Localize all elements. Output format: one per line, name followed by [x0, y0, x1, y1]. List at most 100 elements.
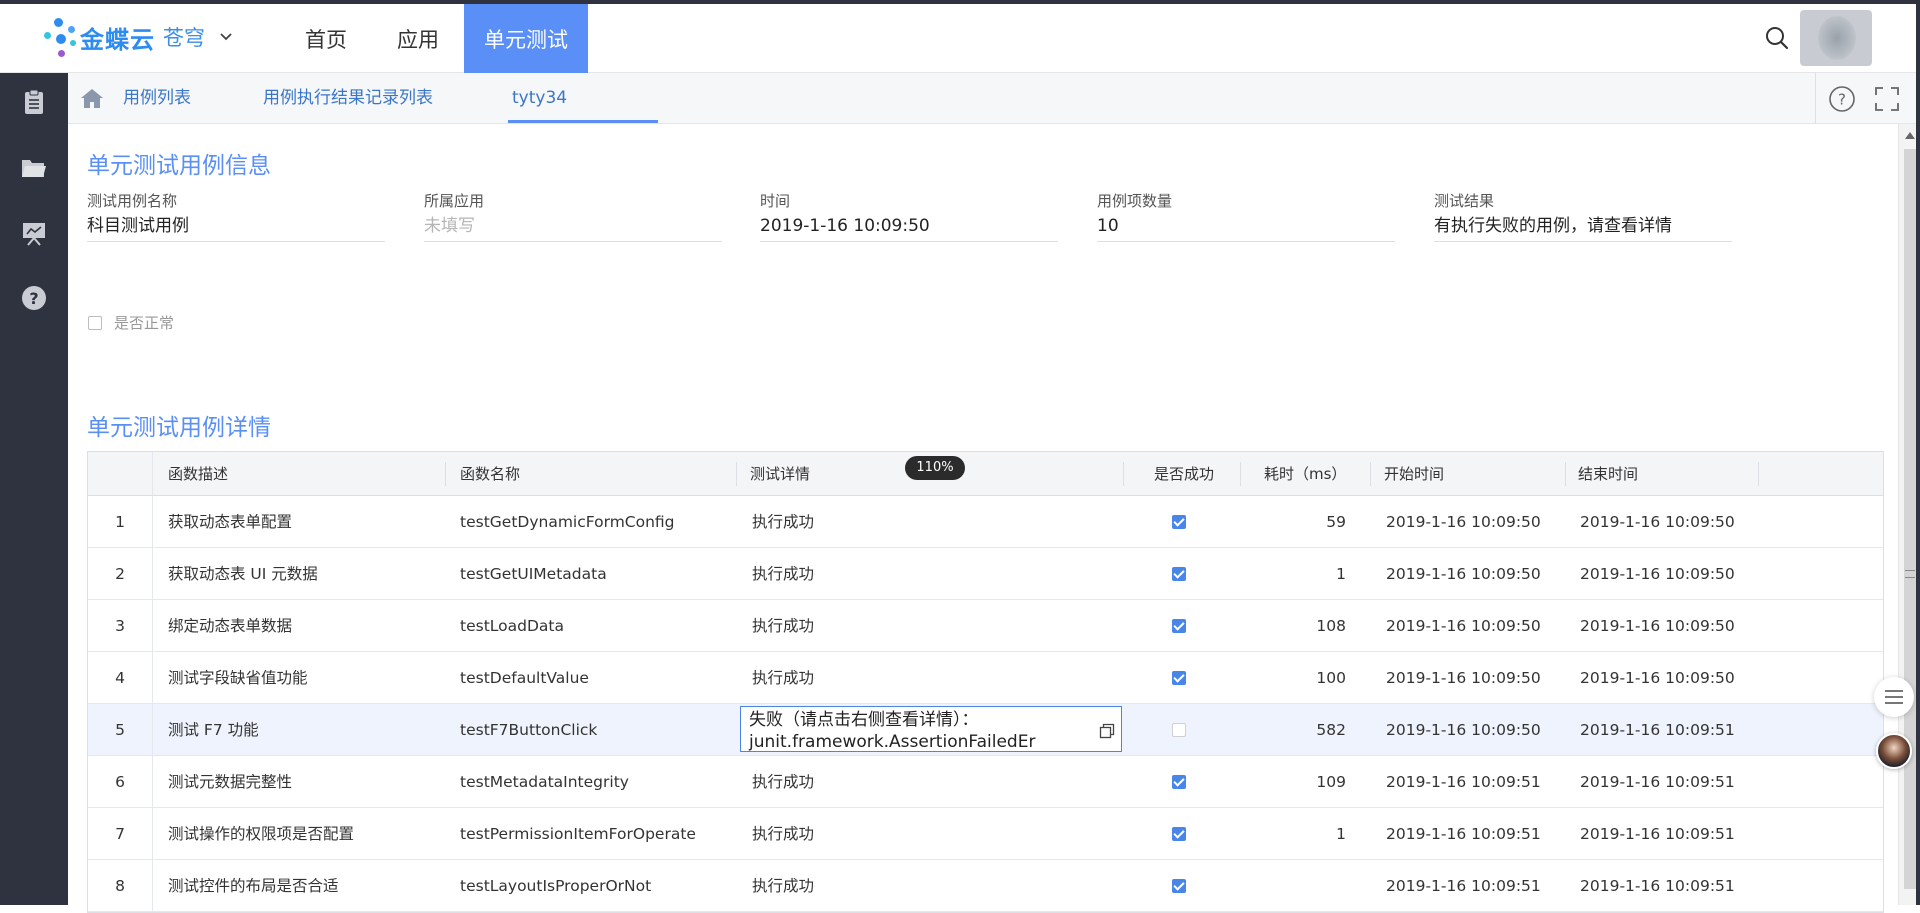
field-value[interactable]: 2019-1-16 10:09:50	[760, 210, 1058, 242]
cell-end: 2019-1-16 10:09:51	[1580, 825, 1735, 843]
success-checkbox[interactable]	[1172, 515, 1186, 529]
help-icon[interactable]: ?	[1828, 85, 1856, 113]
table-body: 1 获取动态表单配置 testGetDynamicFormConfig 执行成功 59 2…	[88, 496, 1883, 912]
scrollbar-thumb[interactable]	[1904, 149, 1916, 889]
col-detail[interactable]: 测试详情	[750, 452, 810, 496]
field-value[interactable]: 科目测试用例	[87, 210, 385, 242]
cell-func: testGetDynamicFormConfig	[460, 513, 675, 531]
tab-tyty34[interactable]: tyty34	[512, 73, 567, 124]
cell-func: testF7ButtonClick	[460, 721, 598, 739]
success-checkbox[interactable]	[1172, 723, 1186, 737]
svg-text:?: ?	[29, 289, 38, 308]
cell-desc: 获取动态表 UI 元数据	[168, 565, 318, 583]
cell-func: testMetadataIntegrity	[460, 773, 629, 791]
test-detail-table: 函数描述 函数名称 测试详情 是否成功 耗时（ms） 开始时间 结束时间 1 获取…	[87, 451, 1884, 913]
table-header: 函数描述 函数名称 测试详情 是否成功 耗时（ms） 开始时间 结束时间	[88, 452, 1883, 496]
folder-open-icon[interactable]	[20, 153, 48, 181]
cell-detail-failed[interactable]: 失败（请点击右侧查看详情）：junit.framework.AssertionF…	[740, 706, 1122, 752]
brand-name: 金蝶云	[80, 25, 155, 54]
main-nav: 首页 应用 单元测试	[280, 4, 588, 73]
field-time[interactable]: 时间 2019-1-16 10:09:50	[760, 190, 1058, 242]
field-label: 用例项数量	[1097, 192, 1173, 210]
col-ms[interactable]: 耗时（ms）	[1264, 452, 1346, 496]
cell-ms: 109	[1316, 773, 1346, 791]
table-row[interactable]: 3 绑定动态表单数据 testLoadData 执行成功 108 2019-1-16 10…	[88, 600, 1883, 652]
presentation-icon[interactable]	[20, 219, 48, 247]
col-func[interactable]: 函数名称	[460, 452, 520, 496]
field-case-count[interactable]: 用例项数量 10	[1097, 190, 1395, 242]
row-index: 3	[115, 617, 125, 635]
cell-ms: 1	[1336, 825, 1346, 843]
field-value[interactable]: 未填写	[424, 210, 722, 242]
success-checkbox[interactable]	[1172, 775, 1186, 789]
success-checkbox[interactable]	[1172, 879, 1186, 893]
cell-detail: 执行成功	[752, 513, 815, 531]
search-icon[interactable]	[1764, 25, 1790, 51]
cell-func: testLayoutIsProperOrNot	[460, 877, 652, 895]
chevron-down-icon[interactable]	[219, 30, 233, 44]
detail-section-title: 单元测试用例详情	[87, 415, 271, 441]
nav-unit-test[interactable]: 单元测试	[464, 4, 588, 73]
cell-start: 2019-1-16 10:09:51	[1386, 825, 1541, 843]
field-value[interactable]: 有执行失败的用例，请查看详情	[1434, 210, 1732, 242]
help-circle-icon[interactable]: ?	[20, 284, 48, 312]
table-row[interactable]: 4 测试字段缺省值功能 testDefaultValue 执行成功 100 2019-1-…	[88, 652, 1883, 704]
top-bar: 金蝶云 苍穹 首页 应用 单元测试	[0, 0, 1920, 73]
copy-icon[interactable]	[1099, 723, 1115, 739]
cell-ms: 582	[1316, 721, 1346, 739]
field-label: 测试结果	[1434, 192, 1495, 210]
table-row[interactable]: 5 测试 F7 功能 testF7ButtonClick 失败（请点击右侧查看详情）：…	[88, 704, 1883, 756]
cell-func: testGetUIMetadata	[460, 565, 607, 583]
table-row[interactable]: 6 测试元数据完整性 testMetadataIntegrity 执行成功 109 201…	[88, 756, 1883, 808]
float-menu-button[interactable]	[1874, 677, 1914, 717]
col-end[interactable]: 结束时间	[1578, 452, 1638, 496]
cell-start: 2019-1-16 10:09:50	[1386, 565, 1541, 583]
row-index: 2	[115, 565, 125, 583]
cell-end: 2019-1-16 10:09:50	[1580, 617, 1735, 635]
zoom-badge: 110%	[905, 456, 965, 480]
cell-func: testDefaultValue	[460, 669, 589, 687]
cell-detail: 执行成功	[752, 617, 815, 635]
cell-desc: 测试操作的权限项是否配置	[168, 825, 355, 843]
window-right-edge	[1916, 0, 1920, 905]
assistant-avatar[interactable]	[1876, 733, 1912, 769]
cell-detail: 执行成功	[752, 565, 815, 583]
table-row[interactable]: 8 测试控件的布局是否合适 testLayoutIsProperOrNot 执行成功 2…	[88, 860, 1883, 912]
table-row[interactable]: 7 测试操作的权限项是否配置 testPermissionItemForOperat…	[88, 808, 1883, 860]
nav-apps[interactable]: 应用	[372, 4, 464, 73]
cell-desc: 获取动态表单配置	[168, 513, 293, 531]
field-value[interactable]: 10	[1097, 210, 1395, 242]
user-avatar[interactable]	[1800, 10, 1872, 66]
checkbox[interactable]	[88, 315, 102, 330]
success-checkbox[interactable]	[1172, 567, 1186, 581]
field-test-result[interactable]: 测试结果 有执行失败的用例，请查看详情	[1434, 190, 1732, 242]
field-case-name[interactable]: 测试用例名称 科目测试用例	[87, 190, 385, 242]
field-app[interactable]: 所属应用 未填写	[424, 190, 722, 242]
col-start[interactable]: 开始时间	[1384, 452, 1444, 496]
table-row[interactable]: 2 获取动态表 UI 元数据 testGetUIMetadata 执行成功 1 2019-…	[88, 548, 1883, 600]
fullscreen-icon[interactable]	[1874, 86, 1900, 112]
scroll-up-icon[interactable]	[1905, 132, 1915, 139]
scroll-grip-icon	[1905, 570, 1915, 578]
nav-home[interactable]: 首页	[280, 4, 372, 73]
clipboard-icon[interactable]	[20, 88, 48, 116]
cell-end: 2019-1-16 10:09:50	[1580, 513, 1735, 531]
success-checkbox[interactable]	[1172, 671, 1186, 685]
col-success[interactable]: 是否成功	[1154, 452, 1214, 496]
success-checkbox[interactable]	[1172, 827, 1186, 841]
info-section-title: 单元测试用例信息	[87, 153, 271, 179]
col-desc[interactable]: 函数描述	[168, 452, 228, 496]
menu-icon	[1885, 690, 1903, 692]
success-checkbox[interactable]	[1172, 619, 1186, 633]
cell-start: 2019-1-16 10:09:51	[1386, 877, 1541, 895]
cell-func: testPermissionItemForOperate	[460, 825, 696, 843]
brand-logo[interactable]: 金蝶云 苍穹	[44, 14, 233, 60]
is-normal-checkbox[interactable]: 是否正常	[88, 312, 174, 333]
tab-result-list[interactable]: 用例执行结果记录列表	[263, 73, 433, 124]
page-tabs: 用例列表 用例执行结果记录列表 tyty34 ?	[68, 73, 1920, 124]
table-row[interactable]: 1 获取动态表单配置 testGetDynamicFormConfig 执行成功 59 2…	[88, 496, 1883, 548]
home-icon[interactable]	[80, 87, 104, 109]
tabs-divider	[1815, 73, 1816, 124]
tab-case-list[interactable]: 用例列表	[123, 73, 191, 124]
cell-end: 2019-1-16 10:09:51	[1580, 721, 1735, 739]
